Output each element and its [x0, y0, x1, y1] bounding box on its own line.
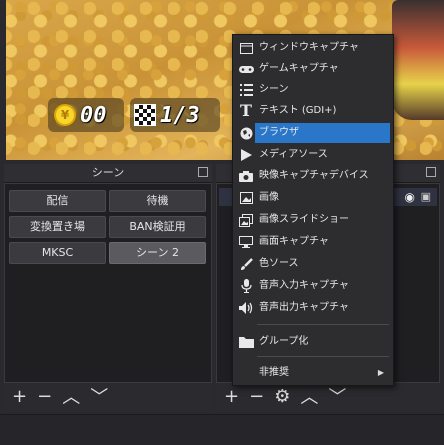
- coin-counter: ¥ 00: [48, 98, 124, 132]
- menu-item-label: 画像スライドショー: [259, 214, 349, 225]
- source-properties-button[interactable]: ⚙: [274, 386, 290, 407]
- menu-item-scene[interactable]: シーン: [234, 80, 392, 100]
- globe-icon: [238, 123, 254, 143]
- menu-item-label: シーン: [259, 84, 289, 95]
- menu-item-image-slideshow[interactable]: 画像スライドショー: [234, 210, 392, 230]
- float-dock-icon[interactable]: [426, 167, 436, 177]
- float-dock-icon[interactable]: [198, 167, 208, 177]
- text-icon: T: [240, 101, 252, 120]
- brush-icon: [238, 254, 254, 274]
- move-down-button[interactable]: ﹀: [90, 383, 108, 409]
- scene-dock-title: シーン: [91, 166, 125, 179]
- camera-icon: [238, 166, 254, 186]
- preview-border: [0, 0, 6, 160]
- scene-button[interactable]: 配信: [9, 190, 106, 212]
- folder-icon: [238, 332, 254, 352]
- coin-icon: ¥: [54, 104, 76, 126]
- menu-item-label: 色ソース: [259, 258, 299, 269]
- add-source-context-menu: ウィンドウキャプチャ ゲームキャプチャ シーン T テキスト (GDI+) ブラ…: [232, 34, 394, 386]
- menu-item-window-capture[interactable]: ウィンドウキャプチャ: [234, 38, 392, 58]
- menu-item-label: 映像キャプチャデバイス: [259, 170, 369, 181]
- menu-item-deprecated[interactable]: 非推奨 ▶: [234, 363, 392, 383]
- slideshow-icon: [238, 210, 254, 230]
- menu-item-label: 画像: [259, 192, 279, 203]
- scene-button[interactable]: 変換置き場: [9, 216, 106, 238]
- play-icon: [238, 145, 254, 165]
- menu-item-browser[interactable]: ブラウザ: [234, 123, 392, 143]
- lock-icon[interactable]: ▣: [421, 190, 431, 203]
- scene-button[interactable]: 待機: [109, 190, 206, 212]
- eye-icon[interactable]: ◉: [405, 190, 415, 204]
- menu-item-audio-input-capture[interactable]: 音声入力キャプチャ: [234, 276, 392, 296]
- menu-item-label: テキスト (GDI+): [259, 105, 337, 116]
- scene-toolbar: + − ︿ ﹀: [4, 383, 108, 409]
- menu-item-image[interactable]: 画像: [234, 188, 392, 208]
- menu-item-label: グループ化: [259, 336, 309, 347]
- menu-item-label: ゲームキャプチャ: [259, 63, 339, 74]
- checkered-flag-icon: [134, 104, 156, 126]
- microphone-icon: [238, 276, 254, 296]
- add-scene-button[interactable]: +: [12, 386, 27, 407]
- scene-button-selected[interactable]: シーン 2: [109, 242, 206, 264]
- scene-button[interactable]: MKSC: [9, 242, 106, 264]
- submenu-arrow-icon: ▶: [377, 368, 384, 377]
- menu-item-group[interactable]: グループ化: [234, 332, 392, 352]
- menu-separator: [257, 324, 389, 325]
- window-icon: [238, 38, 254, 58]
- menu-item-color-source[interactable]: 色ソース: [234, 254, 392, 274]
- menu-item-label: ブラウザ: [255, 123, 390, 143]
- lap-counter: 1/3: [130, 98, 220, 132]
- move-down-button[interactable]: ﹀: [328, 383, 346, 409]
- menu-item-game-capture[interactable]: ゲームキャプチャ: [234, 59, 392, 79]
- menu-item-label: 音声出力キャプチャ: [259, 302, 349, 313]
- speaker-icon: [238, 298, 254, 318]
- monitor-icon: [238, 232, 254, 252]
- menu-item-label: 音声入力キャプチャ: [259, 280, 349, 291]
- scene-list: 配信 待機 変換置き場 BAN検証用 MKSC シーン 2: [4, 183, 212, 383]
- coin-count: 00: [80, 102, 107, 128]
- menu-separator: [257, 356, 389, 357]
- add-source-button[interactable]: +: [224, 386, 239, 407]
- game-character: [392, 0, 444, 120]
- move-up-button[interactable]: ︿: [300, 383, 318, 409]
- scene-dock: シーン 配信 待機 変換置き場 BAN検証用 MKSC シーン 2 + − ︿ …: [4, 164, 212, 410]
- list-icon: [238, 80, 254, 100]
- status-bar: [0, 414, 444, 445]
- menu-item-text-gdi[interactable]: T テキスト (GDI+): [234, 101, 392, 121]
- menu-item-media-source[interactable]: メディアソース: [234, 145, 392, 165]
- scene-dock-header: シーン: [4, 164, 212, 183]
- menu-item-display-capture[interactable]: 画面キャプチャ: [234, 232, 392, 252]
- lap-count: 1/3: [160, 102, 200, 128]
- menu-item-label: メディアソース: [259, 149, 328, 160]
- menu-item-audio-output-capture[interactable]: 音声出力キャプチャ: [234, 298, 392, 318]
- menu-item-label: ウィンドウキャプチャ: [259, 42, 359, 53]
- source-toolbar: + − ⚙ ︿ ﹀: [216, 383, 346, 409]
- remove-scene-button[interactable]: −: [37, 386, 52, 407]
- menu-item-label: 画面キャプチャ: [259, 236, 329, 247]
- menu-item-label: 非推奨: [259, 367, 289, 378]
- menu-item-video-capture-device[interactable]: 映像キャプチャデバイス: [234, 166, 392, 186]
- move-up-button[interactable]: ︿: [62, 383, 80, 409]
- gamepad-icon: [238, 59, 254, 79]
- scene-button[interactable]: BAN検証用: [109, 216, 206, 238]
- image-icon: [238, 188, 254, 208]
- remove-source-button[interactable]: −: [249, 386, 264, 407]
